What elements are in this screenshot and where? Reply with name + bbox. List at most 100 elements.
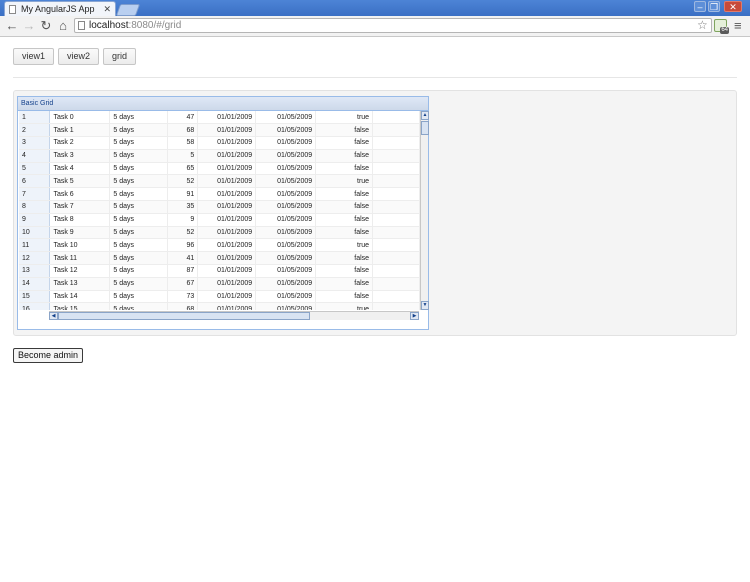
end-date-cell[interactable]: 01/05/2009 [255,111,317,125]
percent-cell[interactable]: 73 [167,290,199,304]
duration-cell[interactable]: 5 days [109,213,169,227]
task-cell[interactable]: Task 9 [49,226,111,240]
duration-cell[interactable]: 5 days [109,290,169,304]
become-admin-button[interactable]: Become admin [13,348,84,363]
start-date-cell[interactable]: 01/01/2009 [197,149,257,163]
effort-driven-cell[interactable]: true [315,238,374,253]
table-row[interactable]: 12 Task 11 5 days 41 01/01/2009 01/05/2009 fal… [19,251,420,266]
task-cell[interactable]: Task 15 [49,302,111,310]
end-date-cell[interactable]: 01/05/2009 [255,187,317,202]
percent-cell[interactable]: 68 [167,302,199,310]
row-number[interactable]: 1 [19,111,51,125]
percent-cell[interactable]: 47 [167,111,199,125]
effort-driven-cell[interactable]: false [315,200,374,214]
effort-driven-cell[interactable]: false [315,136,374,150]
end-date-cell[interactable]: 01/05/2009 [255,149,317,163]
row-number[interactable]: 4 [19,149,51,163]
table-row[interactable]: 6 Task 55 days 52 01/01/2009 01/05/2009 true [19,174,420,189]
task-cell[interactable]: Task 7 [49,200,111,214]
back-icon[interactable]: ← [5,18,19,34]
percent-cell[interactable]: 52 [167,226,199,240]
scroll-left-icon[interactable]: ◀ [49,312,58,320]
task-cell[interactable]: Task 10 [49,238,111,253]
effort-driven-cell[interactable]: false [315,264,374,278]
end-date-cell[interactable]: 01/05/2009 [255,123,317,138]
task-cell[interactable]: Task 2 [49,136,111,150]
scroll-up-icon[interactable]: ▲ [421,111,429,120]
row-number[interactable]: 13 [19,264,51,278]
end-date-cell[interactable]: 01/05/2009 [255,226,317,240]
percent-cell[interactable]: 68 [167,123,199,138]
end-date-cell[interactable]: 01/05/2009 [255,162,317,176]
start-date-cell[interactable]: 01/01/2009 [197,251,257,266]
table-row[interactable]: 14 Task 13 5 days 67 01/01/2009 01/05/2009 fal… [19,277,420,291]
start-date-cell[interactable]: 01/01/2009 [197,187,257,202]
row-number[interactable]: 7 [19,187,51,202]
effort-driven-cell[interactable]: false [315,123,374,138]
duration-cell[interactable]: 5 days [109,277,169,291]
start-date-cell[interactable]: 01/01/2009 [197,226,257,240]
effort-driven-cell[interactable]: true [315,174,374,189]
address-bar[interactable]: localhost:8080/#/grid [74,18,712,33]
start-date-cell[interactable]: 01/01/2009 [197,238,257,253]
start-date-cell[interactable]: 01/01/2009 [197,290,257,304]
table-row[interactable]: 9 Task 85 days 9 01/01/2009 01/05/2009 false [19,213,420,227]
percent-cell[interactable]: 41 [167,251,199,266]
table-row[interactable]: 8 Task 75 days 35 01/01/2009 01/05/2009 false [19,200,420,214]
home-icon[interactable]: ⌂ [56,18,70,34]
start-date-cell[interactable]: 01/01/2009 [197,111,257,125]
percent-cell[interactable]: 96 [167,238,199,253]
effort-driven-cell[interactable]: false [315,149,374,163]
percent-cell[interactable]: 9 [167,213,199,227]
grid-button[interactable]: grid [103,48,137,65]
table-row[interactable]: 16 Task 15 5 days 68 01/01/2009 01/05/2009 tru… [19,302,420,310]
end-date-cell[interactable]: 01/05/2009 [255,200,317,214]
row-number[interactable]: 15 [19,290,51,304]
restore-icon[interactable]: ❐ [708,1,720,12]
percent-cell[interactable]: 35 [167,200,199,214]
effort-driven-cell[interactable]: false [315,290,374,304]
table-row[interactable]: 1 Task 05 days 47 01/01/2009 01/05/2009 true [19,111,420,125]
duration-cell[interactable]: 5 days [109,174,169,189]
row-number[interactable]: 11 [19,238,51,253]
table-row[interactable]: 5 Task 45 days 65 01/01/2009 01/05/2009 false [19,162,420,176]
extension-icon[interactable]: 64 [714,19,729,34]
row-number[interactable]: 12 [19,251,51,266]
task-cell[interactable]: Task 5 [49,174,111,189]
duration-cell[interactable]: 5 days [109,123,169,138]
duration-cell[interactable]: 5 days [109,226,169,240]
task-cell[interactable]: Task 13 [49,277,111,291]
end-date-cell[interactable]: 01/05/2009 [255,264,317,278]
effort-driven-cell[interactable]: false [315,162,374,176]
table-row[interactable]: 10 Task 95 days 52 01/01/2009 01/05/2009 fals… [19,226,420,240]
duration-cell[interactable]: 5 days [109,136,169,150]
percent-cell[interactable]: 58 [167,136,199,150]
table-row[interactable]: 15 Task 14 5 days 73 01/01/2009 01/05/2009 fal… [19,290,420,304]
table-row[interactable]: 3 Task 25 days 58 01/01/2009 01/05/2009 false [19,136,420,150]
percent-cell[interactable]: 67 [167,277,199,291]
start-date-cell[interactable]: 01/01/2009 [197,264,257,278]
row-number[interactable]: 8 [19,200,51,214]
scroll-down-icon[interactable]: ▼ [421,301,429,310]
end-date-cell[interactable]: 01/05/2009 [255,174,317,189]
task-cell[interactable]: Task 0 [49,111,111,125]
task-cell[interactable]: Task 14 [49,290,111,304]
table-row[interactable]: 13 Task 12 5 days 87 01/01/2009 01/05/2009 fal… [19,264,420,278]
table-row[interactable]: 7 Task 65 days 91 01/01/2009 01/05/2009 false [19,187,420,202]
duration-cell[interactable]: 5 days [109,162,169,176]
row-number[interactable]: 9 [19,213,51,227]
start-date-cell[interactable]: 01/01/2009 [197,213,257,227]
minimize-icon[interactable]: – [694,1,706,12]
row-number[interactable]: 14 [19,277,51,291]
duration-cell[interactable]: 5 days [109,200,169,214]
start-date-cell[interactable]: 01/01/2009 [197,174,257,189]
task-cell[interactable]: Task 1 [49,123,111,138]
window-close-icon[interactable]: ✕ [724,1,742,12]
forward-icon[interactable]: → [22,18,36,34]
start-date-cell[interactable]: 01/01/2009 [197,302,257,310]
percent-cell[interactable]: 52 [167,174,199,189]
duration-cell[interactable]: 5 days [109,187,169,202]
horizontal-scrollbar[interactable]: ◀ ▶ [49,311,419,320]
close-tab-icon[interactable]: ✕ [103,2,111,16]
end-date-cell[interactable]: 01/05/2009 [255,251,317,266]
